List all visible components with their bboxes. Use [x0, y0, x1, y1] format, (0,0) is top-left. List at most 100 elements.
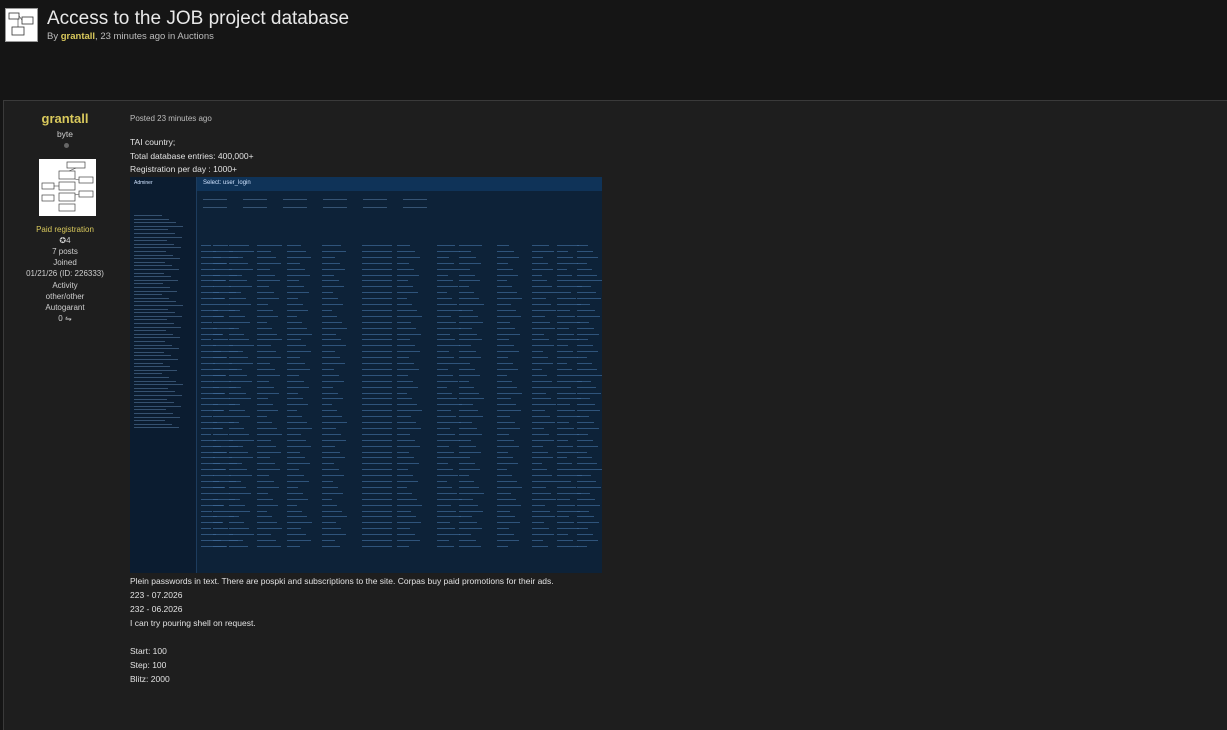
- screenshot-sidebar-line: [134, 359, 178, 360]
- screenshot-sidebar-line: [134, 258, 180, 260]
- screenshot-table-cell: [497, 380, 512, 382]
- screenshot-table-cell: [257, 398, 268, 400]
- thread-author-avatar[interactable]: [5, 8, 38, 42]
- screenshot-table-cell: [557, 345, 568, 347]
- screenshot-table-cell: [397, 439, 415, 441]
- screenshot-table-cell: [459, 268, 470, 270]
- screenshot-table-cell: [557, 486, 576, 488]
- screenshot-table-cell: [497, 333, 520, 335]
- screenshot-table-cell: [459, 280, 480, 282]
- screenshot-table-cell: [437, 445, 449, 447]
- embedded-database-screenshot[interactable]: Adminer Select: user_login: [130, 177, 602, 573]
- screenshot-table-cell: [459, 445, 476, 447]
- screenshot-table-cell: [497, 280, 507, 282]
- screenshot-table-cell: [213, 528, 228, 530]
- screenshot-sidebar-line: [134, 236, 182, 238]
- screenshot-table-cell: [362, 339, 392, 341]
- screenshot-table-cell: [322, 433, 341, 435]
- screenshot-table-cell: [362, 504, 392, 506]
- activity-label: Activity: [52, 281, 78, 290]
- screenshot-table-cell: [287, 292, 309, 294]
- meta-prefix: By: [47, 31, 59, 42]
- screenshot-form-line: [283, 207, 307, 208]
- screenshot-table-cell: [532, 522, 544, 524]
- screenshot-sidebar-line: [134, 261, 165, 263]
- screenshot-table-cell: [322, 534, 346, 536]
- screenshot-table-cell: [397, 245, 410, 246]
- screenshot-table-cell: [229, 368, 242, 370]
- screenshot-sidebar-line: [134, 373, 162, 375]
- author-posts[interactable]: 7 posts: [4, 247, 126, 257]
- author-avatar[interactable]: [39, 159, 96, 216]
- screenshot-table-cell: [201, 528, 211, 530]
- screenshot-table-cell: [532, 404, 556, 406]
- screenshot-table-cell: [362, 475, 392, 477]
- screenshot-table-cell: [229, 439, 254, 441]
- screenshot-table-cell: [557, 451, 578, 453]
- screenshot-table-cell: [532, 386, 557, 388]
- screenshot-table-cell: [362, 304, 392, 305]
- screenshot-table-cell: [257, 280, 280, 282]
- screenshot-table-cell: [459, 327, 472, 329]
- screenshot-table-cell: [229, 410, 245, 412]
- screenshot-table-cell: [532, 481, 557, 482]
- screenshot-table-cell: [437, 510, 456, 512]
- screenshot-table-cell: [532, 504, 545, 506]
- screenshot-table-cell: [229, 339, 249, 341]
- screenshot-table-cell: [577, 298, 601, 300]
- thread-author-link[interactable]: grantall: [61, 31, 95, 42]
- screenshot-table-cell: [287, 416, 302, 418]
- screenshot-table-cell: [322, 363, 345, 364]
- screenshot-table-cell: [257, 498, 273, 500]
- screenshot-table-cell: [497, 469, 507, 471]
- screenshot-table-cell: [497, 433, 509, 435]
- screenshot-table-cell: [532, 528, 549, 530]
- screenshot-table-cell: [557, 274, 572, 276]
- screenshot-table-cell: [577, 368, 597, 370]
- screenshot-table-cell: [257, 516, 272, 518]
- screenshot-table-cell: [287, 481, 309, 482]
- screenshot-table-cell: [397, 545, 409, 547]
- screenshot-table-cell: [459, 510, 483, 512]
- screenshot-table-cell: [532, 351, 543, 353]
- screenshot-table-cell: [557, 351, 573, 353]
- screenshot-table-cell: [257, 298, 279, 300]
- screenshot-table-cell: [437, 368, 448, 370]
- screenshot-table-cell: [397, 286, 413, 288]
- screenshot-table-cell: [257, 345, 271, 347]
- screenshot-table-cell: [229, 486, 246, 488]
- screenshot-table-cell: [257, 333, 277, 335]
- screenshot-table-cell: [229, 345, 254, 347]
- screenshot-table-cell: [257, 256, 276, 258]
- screenshot-table-cell: [497, 286, 512, 288]
- screenshot-table-cell: [497, 445, 519, 447]
- screenshot-table-cell: [577, 445, 598, 447]
- screenshot-table-cell: [437, 427, 450, 429]
- screenshot-sidebar-line: [134, 319, 167, 321]
- screenshot-table-cell: [532, 309, 556, 311]
- screenshot-table-cell: [497, 357, 508, 359]
- screenshot-table-cell: [437, 321, 456, 323]
- screenshot-table-cell: [557, 357, 578, 359]
- screenshot-table-cell: [322, 492, 343, 494]
- screenshot-table-cell: [287, 427, 312, 429]
- author-name[interactable]: grantall: [4, 111, 126, 126]
- screenshot-table-cell: [362, 510, 392, 512]
- screenshot-sidebar-line: [134, 344, 172, 346]
- screenshot-table-cell: [322, 540, 335, 541]
- screenshot-table-cell: [577, 256, 598, 258]
- screenshot-table-cell: [322, 315, 337, 317]
- screenshot-table-cell: [257, 321, 267, 323]
- screenshot-table-cell: [257, 262, 281, 264]
- screenshot-table-cell: [577, 504, 600, 506]
- screenshot-table-cell: [229, 433, 249, 435]
- screenshot-sidebar-line: [134, 247, 181, 249]
- screenshot-table-cell: [322, 274, 334, 276]
- screenshot-table-cell: [497, 339, 509, 341]
- screenshot-form-line: [283, 199, 307, 200]
- screenshot-table-cell: [257, 481, 274, 482]
- screenshot-table-cell: [532, 256, 543, 258]
- screenshot-table-cell: [532, 545, 548, 547]
- screenshot-sidebar-line: [134, 294, 162, 296]
- screenshot-table-cell: [577, 339, 588, 341]
